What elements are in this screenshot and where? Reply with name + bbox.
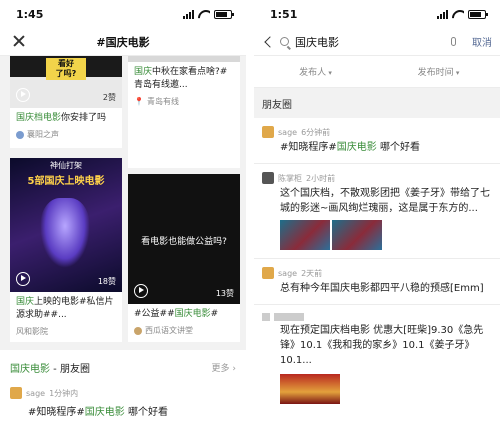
card-source: 西瓜语文讲堂 [128,323,240,340]
left-phone-screen: 1:45 #国庆电影 看好 了吗? 2赞 国庆档电影你安排了吗 襄阳之声 国庆中… [0,0,246,432]
signal-icon [183,9,194,19]
filter-publisher[interactable]: 发布人 [254,65,377,78]
moment-post[interactable]: sage 6分钟前 #知晓程序#国庆电影 哪个好看 [254,118,500,164]
thumbnail-caption: 5部国庆上映电影 [27,176,105,187]
status-time: 1:51 [270,7,298,21]
post-image[interactable] [280,220,330,250]
video-card[interactable]: 看好 了吗? 2赞 国庆档电影你安排了吗 襄阳之声 [10,56,122,148]
video-thumbnail [128,56,240,62]
search-bar: 国庆电影 取消 [254,28,500,56]
moment-meta: sage 1分钟内 [10,387,236,399]
battery-icon [214,9,234,19]
video-card[interactable]: 神仙打架 5部国庆上映电影 18赞 国庆上映的电影#私信片源求助##... 风和… [10,158,122,342]
moment-post[interactable]: sage 2天前 总有种今年国庆电影都四平八稳的预感[Emm] [254,259,500,305]
thumbnail-figure [40,198,90,268]
search-input[interactable]: 国庆电影 [295,34,445,50]
avatar [262,172,274,184]
video-thumbnail: 看好 了吗? 2赞 [10,56,122,108]
avatar [262,267,274,279]
avatar [16,130,24,139]
back-chevron-icon[interactable] [264,35,276,48]
play-icon [16,88,30,102]
likes-count: 13赞 [215,289,234,298]
thumbnail-subcaption: 神仙打架 [50,161,82,170]
cancel-button[interactable]: 取消 [472,34,492,49]
post-text: #知晓程序#国庆电影 哪个好看 [280,142,420,153]
play-icon [16,272,30,286]
divider [246,0,254,432]
card-title: 国庆中秋在家看点啥?#青岛有线邀... [134,67,228,90]
redacted-name [274,313,304,321]
moment-post[interactable]: 陈掌柜 2小时前 这个国庆档，不散观影团把《姜子牙》带给了七城的影迷~画风绚烂瑰丽… [254,164,500,259]
thumbnail-caption: 看好 了吗? [46,58,86,80]
avatar [262,313,270,321]
likes-count: 2赞 [102,93,116,102]
video-card[interactable]: 国庆中秋在家看点啥?#青岛有线邀... 📍 青岛有线 [128,56,240,168]
post-image[interactable] [280,374,340,404]
moments-title: 国庆电影 - 朋友圈 [10,364,90,375]
filter-bar: 发布人 发布时间 [254,56,500,88]
card-title: 国庆上映的电影#私信片源求助##... [16,297,114,320]
post-text: 这个国庆档，不散观影团把《姜子牙》带给了七城的影迷~画风绚烂瑰丽，这是属于东方的… [280,188,490,214]
right-phone-screen: 1:51 国庆电影 取消 发布人 发布时间 朋友圈 sage6分钟前 #知晓程序… [254,0,500,432]
status-time: 1:45 [16,7,44,21]
signal-icon [437,9,448,19]
post-image[interactable] [332,220,382,250]
close-icon[interactable] [12,34,26,48]
nav-bar: #国庆电影 [0,28,246,56]
video-thumbnail: 神仙打架 5部国庆上映电影 18赞 [10,158,122,292]
post-images[interactable] [262,220,492,250]
more-link[interactable]: 更多 › [212,361,236,374]
status-bar: 1:51 [254,0,500,28]
moment-post[interactable]: 现在预定国庆档电影 优惠大[旺柴]9.30《急先锋》10.1《我和我的家乡》10… [254,305,500,412]
moment-text[interactable]: #知晓程序#国庆电影 哪个好看 [10,403,236,418]
avatar [134,326,142,335]
page-title: #国庆电影 [96,35,150,49]
microphone-icon[interactable] [451,37,456,46]
battery-icon [468,9,488,19]
likes-count: 18赞 [97,277,116,286]
post-text: 总有种今年国庆电影都四平八稳的预感[Emm] [280,283,484,294]
play-icon [134,284,148,298]
location-icon: 📍 [134,97,144,106]
section-header: 朋友圈 [254,88,500,118]
video-thumbnail: 看电影也能做公益吗? 13赞 [128,174,240,304]
moments-section: 国庆电影 - 朋友圈 更多 › sage 1分钟内 #知晓程序#国庆电影 哪个好… [0,342,246,418]
card-source: 📍 青岛有线 [134,97,179,106]
search-icon [280,37,289,46]
status-bar: 1:45 [0,0,246,28]
wifi-icon [452,10,464,19]
video-card[interactable]: 看电影也能做公益吗? 13赞 #公益##国庆电影# 西瓜语文讲堂 [128,174,240,342]
filter-publish-time[interactable]: 发布时间 [377,65,500,78]
post-text: 现在预定国庆档电影 优惠大[旺柴]9.30《急先锋》10.1《我和我的家乡》10… [280,325,484,366]
avatar [262,126,274,138]
card-title: #公益##国庆电影# [134,309,219,319]
avatar [10,387,22,399]
card-source: 襄阳之声 [10,127,122,144]
card-source: 风和影院 [16,327,48,336]
video-grid: 看好 了吗? 2赞 国庆档电影你安排了吗 襄阳之声 国庆中秋在家看点啥?#青岛有… [0,56,246,342]
card-title: 国庆档电影你安排了吗 [16,113,107,123]
wifi-icon [198,10,210,19]
thumbnail-caption: 看电影也能做公益吗? [141,237,227,247]
